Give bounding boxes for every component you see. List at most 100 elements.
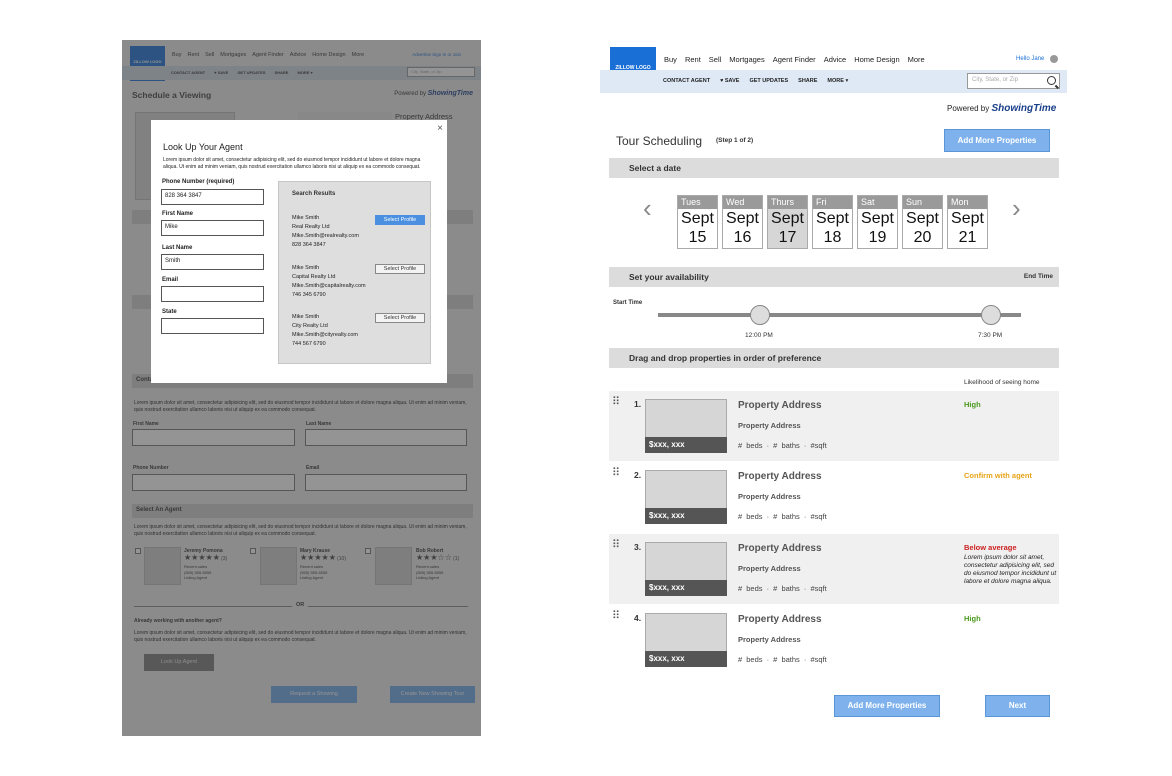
search-icon[interactable] xyxy=(1047,76,1056,85)
close-icon[interactable]: × xyxy=(437,123,443,134)
property-row[interactable]: ⠿ 3. $xxx, xxx Property Address Property… xyxy=(609,534,1059,604)
property-address[interactable]: Property Address xyxy=(738,400,822,411)
end-time-handle[interactable] xyxy=(981,305,1001,325)
email-input[interactable] xyxy=(161,286,264,302)
search-input[interactable]: City, State, or Zip xyxy=(407,67,475,77)
sub-nav: CONTACT AGENT ♥ SAVE GET UPDATES SHARE M… xyxy=(171,70,313,75)
property-rank: 2. xyxy=(634,470,642,480)
start-time-handle[interactable] xyxy=(750,305,770,325)
add-more-properties-bottom-button[interactable]: Add More Properties xyxy=(834,695,940,717)
nav-buy[interactable]: Buy xyxy=(172,52,181,58)
nav-more[interactable]: More xyxy=(352,52,365,58)
nav-agent-finder[interactable]: Agent Finder xyxy=(773,55,816,64)
nav-advice[interactable]: Advice xyxy=(824,55,847,64)
date-tile[interactable]: Wed Sept 16 xyxy=(722,195,763,249)
agent-rating: ★★★★★ (10) xyxy=(300,553,346,562)
more-link[interactable]: MORE ▾ xyxy=(297,70,312,75)
property-row[interactable]: ⠿ 2. $xxx, xxx Property Address Property… xyxy=(609,462,1059,532)
date-tile[interactable]: Mon Sept 21 xyxy=(947,195,988,249)
property-row[interactable]: ⠿ 4. $xxx, xxx Property Address Property… xyxy=(609,605,1059,675)
select-profile-button[interactable]: Select Profile xyxy=(375,264,425,274)
last-name-label: Last Name xyxy=(306,421,332,427)
modal-paragraph: Lorem ipsum dolor sit amet, consectetur … xyxy=(163,157,421,170)
date-tile-selected[interactable]: Thurs Sept 17 xyxy=(767,195,808,249)
phone-label: Phone Number (required) xyxy=(162,179,235,185)
drag-handle-icon[interactable]: ⠿ xyxy=(612,397,620,408)
select-profile-button[interactable]: Select Profile xyxy=(375,313,425,323)
nav-buy[interactable]: Buy xyxy=(664,55,677,64)
request-showing-button[interactable]: Request a Showing xyxy=(271,686,357,703)
agent-meta: Recent sales (555) 555-5555 Listing Agent xyxy=(184,564,212,580)
main-nav: Buy Rent Sell Mortgages Agent Finder Adv… xyxy=(664,55,925,64)
select-agent-header: Select An Agent xyxy=(132,504,473,518)
first-name-input[interactable] xyxy=(132,429,295,446)
property-details: # beds · # baths · #sqft xyxy=(738,584,827,593)
look-up-agent-button[interactable]: Look Up Agent xyxy=(144,654,214,671)
date-tile[interactable]: Sat Sept 19 xyxy=(857,195,898,249)
property-price: $xxx, xxx xyxy=(645,651,727,667)
date-tile[interactable]: Tues Sept 15 xyxy=(677,195,718,249)
contact-agent-link[interactable]: CONTACT AGENT xyxy=(663,78,710,84)
nav-more[interactable]: More xyxy=(908,55,925,64)
or-label: OR xyxy=(292,602,309,608)
more-link[interactable]: MORE ▾ xyxy=(827,78,848,84)
save-link[interactable]: ♥ SAVE xyxy=(720,78,739,84)
search-results-panel: Search Results Mike Smith Real Realty Lt… xyxy=(278,181,431,364)
showingtime-logo: ShowingTime xyxy=(991,103,1057,114)
date-tile[interactable]: Sun Sept 20 xyxy=(902,195,943,249)
agent-checkbox[interactable] xyxy=(250,548,256,554)
share-link[interactable]: SHARE xyxy=(274,70,288,75)
likelihood-header: Likelihood of seeing home xyxy=(964,379,1040,386)
phone-input[interactable]: 828 364 3847 xyxy=(161,189,264,205)
likelihood-status: High xyxy=(964,614,981,623)
drag-handle-icon[interactable]: ⠿ xyxy=(612,468,620,479)
avatar[interactable] xyxy=(1050,55,1058,63)
chevron-left-icon[interactable]: ‹ xyxy=(643,193,652,224)
nav-rent[interactable]: Rent xyxy=(685,55,701,64)
add-more-properties-button[interactable]: Add More Properties xyxy=(944,129,1050,152)
property-address[interactable]: Property Address xyxy=(738,614,822,625)
email-label: Email xyxy=(162,277,179,283)
next-button[interactable]: Next xyxy=(985,695,1050,717)
state-input[interactable] xyxy=(161,318,264,334)
nav-mortgages[interactable]: Mortgages xyxy=(220,52,246,58)
likelihood-note: Lorem ipsum dolor sit amet, consectetur … xyxy=(964,554,1057,585)
property-address[interactable]: Property Address xyxy=(738,471,822,482)
sign-in-link[interactable]: Advertise Sign In or Join xyxy=(412,52,461,57)
phone-input[interactable] xyxy=(132,474,295,491)
contact-agent-link[interactable]: CONTACT AGENT xyxy=(171,70,205,75)
share-link[interactable]: SHARE xyxy=(798,78,817,84)
nav-advice[interactable]: Advice xyxy=(290,52,307,58)
get-updates-link[interactable]: GET UPDATES xyxy=(749,78,788,84)
email-input[interactable] xyxy=(305,474,467,491)
user-greeting[interactable]: Hello Jane xyxy=(1016,56,1044,62)
already-working-label: Already working with another agent? xyxy=(134,618,222,624)
time-range-track[interactable] xyxy=(658,313,1021,317)
nav-sell[interactable]: Sell xyxy=(205,52,214,58)
create-tour-button[interactable]: Create New Showing Tour xyxy=(390,686,475,703)
nav-sell[interactable]: Sell xyxy=(709,55,722,64)
agent-checkbox[interactable] xyxy=(365,548,371,554)
nav-home-design[interactable]: Home Design xyxy=(854,55,899,64)
last-name-input[interactable] xyxy=(305,429,467,446)
nav-home-design[interactable]: Home Design xyxy=(312,52,345,58)
chevron-right-icon[interactable]: › xyxy=(1012,193,1021,224)
drag-handle-icon[interactable]: ⠿ xyxy=(612,540,620,551)
save-link[interactable]: ♥ SAVE xyxy=(214,70,228,75)
last-name-input[interactable]: Smith xyxy=(161,254,264,270)
select-profile-button[interactable]: Select Profile xyxy=(375,215,425,225)
property-details: # beds · # baths · #sqft xyxy=(738,655,827,664)
first-name-input[interactable]: Mike xyxy=(161,220,264,236)
agent-photo xyxy=(375,547,412,585)
property-address[interactable]: Property Address xyxy=(738,543,822,554)
property-row[interactable]: ⠿ 1. $xxx, xxx Property Address Property… xyxy=(609,391,1059,461)
date-tile[interactable]: Fri Sept 18 xyxy=(812,195,853,249)
get-updates-link[interactable]: GET UPDATES xyxy=(237,70,265,75)
property-rank: 1. xyxy=(634,399,642,409)
search-input[interactable]: City, State, or Zip xyxy=(967,73,1060,89)
nav-mortgages[interactable]: Mortgages xyxy=(729,55,764,64)
drag-handle-icon[interactable]: ⠿ xyxy=(612,611,620,622)
agent-checkbox[interactable] xyxy=(135,548,141,554)
nav-agent-finder[interactable]: Agent Finder xyxy=(252,52,284,58)
nav-rent[interactable]: Rent xyxy=(187,52,199,58)
